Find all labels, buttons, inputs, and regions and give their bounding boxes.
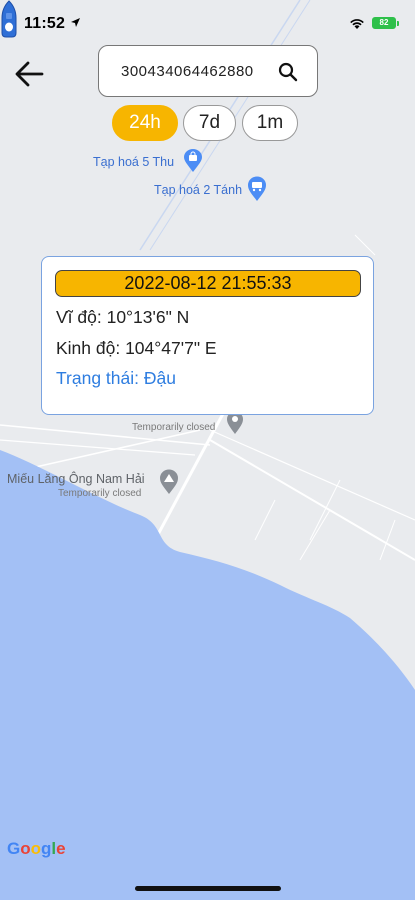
home-indicator[interactable]	[135, 886, 281, 891]
wifi-icon	[350, 19, 364, 29]
vessel-info-popup[interactable]: 2022-08-12 21:55:33 Vĩ độ: 10°13'6" N Ki…	[41, 256, 374, 415]
poi-label[interactable]: Tạp hoá 2 Tánh	[154, 183, 242, 197]
search-value: 300434064462880	[121, 63, 254, 80]
status-bar: 11:52 82	[0, 0, 415, 44]
back-button[interactable]	[10, 55, 48, 93]
battery-icon: 82	[372, 17, 396, 29]
range-1m-button[interactable]: 1m	[242, 105, 298, 141]
poi-subtitle: Temporarily closed	[132, 422, 216, 433]
temple-pin-icon[interactable]	[159, 469, 179, 495]
location-arrow-icon	[71, 18, 80, 27]
poi-label[interactable]: Miếu Lăng Ông Nam Hải	[7, 472, 145, 486]
arrow-left-icon	[15, 61, 44, 87]
google-logo: Google	[7, 839, 66, 858]
search-input[interactable]: 300434064462880	[98, 45, 318, 97]
popup-longitude: Kinh độ: 104°47'7" E	[56, 338, 217, 358]
popup-status: Trạng thái: Đậu	[56, 368, 176, 388]
shopping-cart-icon[interactable]	[247, 176, 267, 202]
poi-subtitle: Temporarily closed	[58, 488, 142, 499]
battery-tip	[397, 21, 399, 26]
range-7d-button[interactable]: 7d	[183, 105, 236, 141]
search-icon[interactable]	[277, 61, 299, 83]
battery-level: 82	[379, 18, 389, 27]
range-24h-button[interactable]: 24h	[112, 105, 178, 141]
status-time: 11:52	[24, 15, 66, 32]
shopping-bag-icon[interactable]	[183, 149, 203, 173]
poi-label[interactable]: Tạp hoá 5 Thu	[93, 155, 174, 169]
popup-latitude: Vĩ độ: 10°13'6" N	[56, 307, 190, 327]
popup-timestamp: 2022-08-12 21:55:33	[55, 270, 361, 297]
